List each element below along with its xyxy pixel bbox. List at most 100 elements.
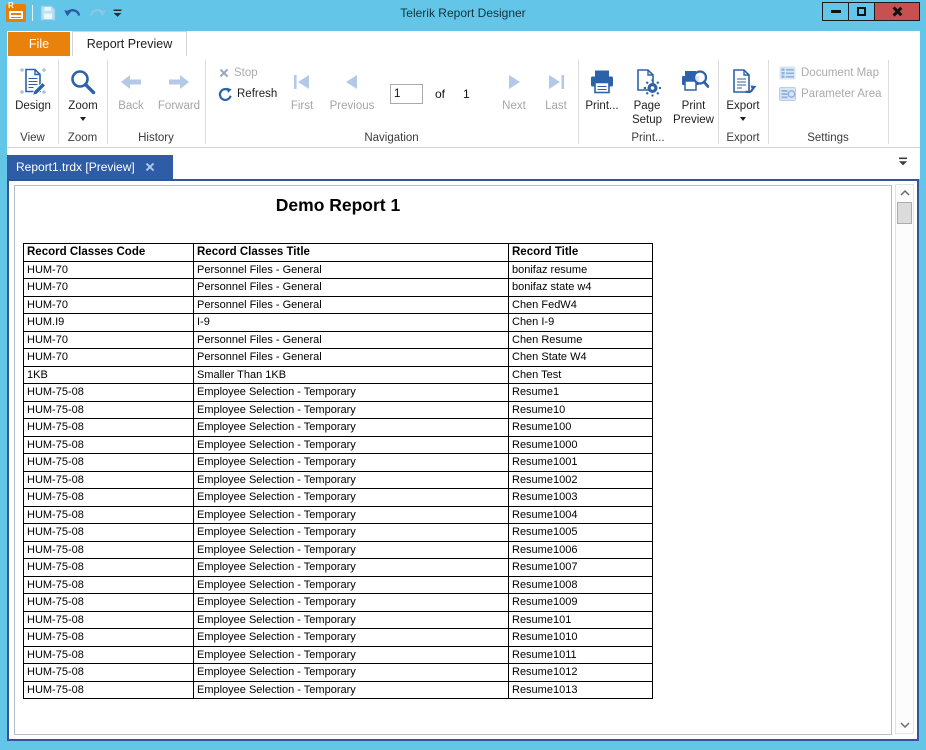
table-cell: Resume1: [509, 384, 653, 402]
table-row: HUM-75-08Employee Selection - TemporaryR…: [24, 576, 653, 594]
tab-report-preview[interactable]: Report Preview: [72, 31, 187, 56]
group-label-export: Export: [718, 132, 768, 144]
forward-button-label: Forward: [158, 100, 200, 114]
scroll-down-button[interactable]: [896, 717, 913, 733]
table-cell: Chen I-9: [509, 314, 653, 332]
stop-button[interactable]: Stop: [219, 64, 258, 82]
first-page-icon: [290, 64, 314, 100]
table-cell: Employee Selection - Temporary: [194, 681, 509, 699]
table-cell: HUM-75-08: [24, 576, 194, 594]
tab-file[interactable]: File: [8, 32, 70, 56]
maximize-icon: [857, 7, 866, 16]
table-cell: Chen FedW4: [509, 296, 653, 314]
table-cell: Resume1013: [509, 681, 653, 699]
table-cell: Employee Selection - Temporary: [194, 384, 509, 402]
table-row: HUM-70Personnel Files - Generalbonifaz r…: [24, 261, 653, 279]
table-cell: HUM-75-08: [24, 524, 194, 542]
table-cell: Resume1010: [509, 629, 653, 647]
table-cell: Employee Selection - Temporary: [194, 419, 509, 437]
page-count-label: 1: [463, 87, 470, 101]
table-cell: HUM-70: [24, 296, 194, 314]
close-button[interactable]: [874, 2, 920, 21]
parameter-area-icon: [779, 87, 796, 101]
refresh-button[interactable]: Refresh: [217, 85, 277, 103]
table-row: 1KBSmaller Than 1KBChen Test: [24, 366, 653, 384]
export-icon: [728, 64, 758, 100]
document-tabstrip: Report1.trdx [Preview]: [7, 148, 920, 179]
table-row: HUM-75-08Employee Selection - TemporaryR…: [24, 594, 653, 612]
table-cell: Resume1012: [509, 664, 653, 682]
table-cell: bonifaz resume: [509, 261, 653, 279]
table-cell: Employee Selection - Temporary: [194, 576, 509, 594]
table-cell: Chen Test: [509, 366, 653, 384]
parameter-area-button[interactable]: Parameter Area: [779, 85, 882, 103]
document-tab-close-icon[interactable]: [145, 162, 155, 172]
table-row: HUM-70Personnel Files - GeneralChen Stat…: [24, 349, 653, 367]
table-row: HUM-75-08Employee Selection - TemporaryR…: [24, 664, 653, 682]
table-cell: HUM-70: [24, 261, 194, 279]
table-cell: HUM-75-08: [24, 506, 194, 524]
table-cell: HUM-75-08: [24, 419, 194, 437]
group-separator: [888, 60, 889, 144]
page-setup-icon: [633, 64, 661, 100]
table-cell: Resume1001: [509, 454, 653, 472]
last-page-icon: [544, 64, 568, 100]
table-cell: Resume1008: [509, 576, 653, 594]
document-map-button[interactable]: Document Map: [779, 64, 879, 82]
tab-overflow-icon[interactable]: [898, 157, 908, 166]
export-dropdown-caret-icon: [740, 117, 746, 121]
stop-icon: [219, 68, 229, 78]
table-cell: HUM-75-08: [24, 664, 194, 682]
page-of-label: of: [435, 87, 445, 101]
back-button-label: Back: [118, 100, 144, 114]
document-tab[interactable]: Report1.trdx [Preview]: [7, 155, 173, 179]
table-cell: HUM.I9: [24, 314, 194, 332]
table-cell: Resume1000: [509, 436, 653, 454]
table-cell: Resume1006: [509, 541, 653, 559]
design-button-label: Design: [15, 100, 51, 114]
group-label-zoom: Zoom: [58, 132, 107, 144]
maximize-button[interactable]: [848, 2, 875, 21]
scrollbar-thumb[interactable]: [897, 202, 912, 224]
table-cell: HUM-75-08: [24, 611, 194, 629]
table-cell: Resume1011: [509, 646, 653, 664]
table-cell: HUM-75-08: [24, 681, 194, 699]
table-cell: HUM-70: [24, 279, 194, 297]
table-cell: Personnel Files - General: [194, 279, 509, 297]
table-cell: HUM-75-08: [24, 629, 194, 647]
report-table: Record Classes CodeRecord Classes TitleR…: [23, 243, 653, 699]
table-row: HUM-75-08Employee Selection - TemporaryR…: [24, 681, 653, 699]
table-cell: Smaller Than 1KB: [194, 366, 509, 384]
page-number-input[interactable]: [390, 84, 423, 104]
table-cell: Employee Selection - Temporary: [194, 436, 509, 454]
scroll-up-button[interactable]: [896, 185, 913, 201]
app-window: R Telerik Report Designer File: [0, 0, 926, 750]
previous-page-icon: [340, 64, 364, 100]
minimize-button[interactable]: [822, 2, 849, 21]
table-cell: Employee Selection - Temporary: [194, 594, 509, 612]
table-row: HUM-75-08Employee Selection - TemporaryR…: [24, 506, 653, 524]
vertical-scrollbar[interactable]: [895, 184, 914, 734]
table-cell: Employee Selection - Temporary: [194, 401, 509, 419]
group-label-history: History: [107, 132, 205, 144]
table-cell: Chen State W4: [509, 349, 653, 367]
table-row: HUM-70Personnel Files - GeneralChen Resu…: [24, 331, 653, 349]
table-cell: HUM-75-08: [24, 401, 194, 419]
table-cell: Resume1004: [509, 506, 653, 524]
table-cell: Employee Selection - Temporary: [194, 471, 509, 489]
stop-button-label: Stop: [234, 67, 258, 79]
back-icon: [118, 64, 144, 100]
forward-icon: [166, 64, 192, 100]
table-header-row: Record Classes CodeRecord Classes TitleR…: [24, 244, 653, 262]
chevron-up-icon: [900, 190, 910, 196]
refresh-button-label: Refresh: [237, 88, 277, 100]
print-preview-icon: [679, 64, 709, 100]
table-row: HUM-75-08Employee Selection - TemporaryR…: [24, 489, 653, 507]
table-cell: HUM-70: [24, 331, 194, 349]
table-cell: Employee Selection - Temporary: [194, 629, 509, 647]
table-cell: Employee Selection - Temporary: [194, 489, 509, 507]
table-cell: 1KB: [24, 366, 194, 384]
chevron-down-icon: [900, 722, 910, 728]
table-cell: bonifaz state w4: [509, 279, 653, 297]
table-cell: HUM-75-08: [24, 646, 194, 664]
